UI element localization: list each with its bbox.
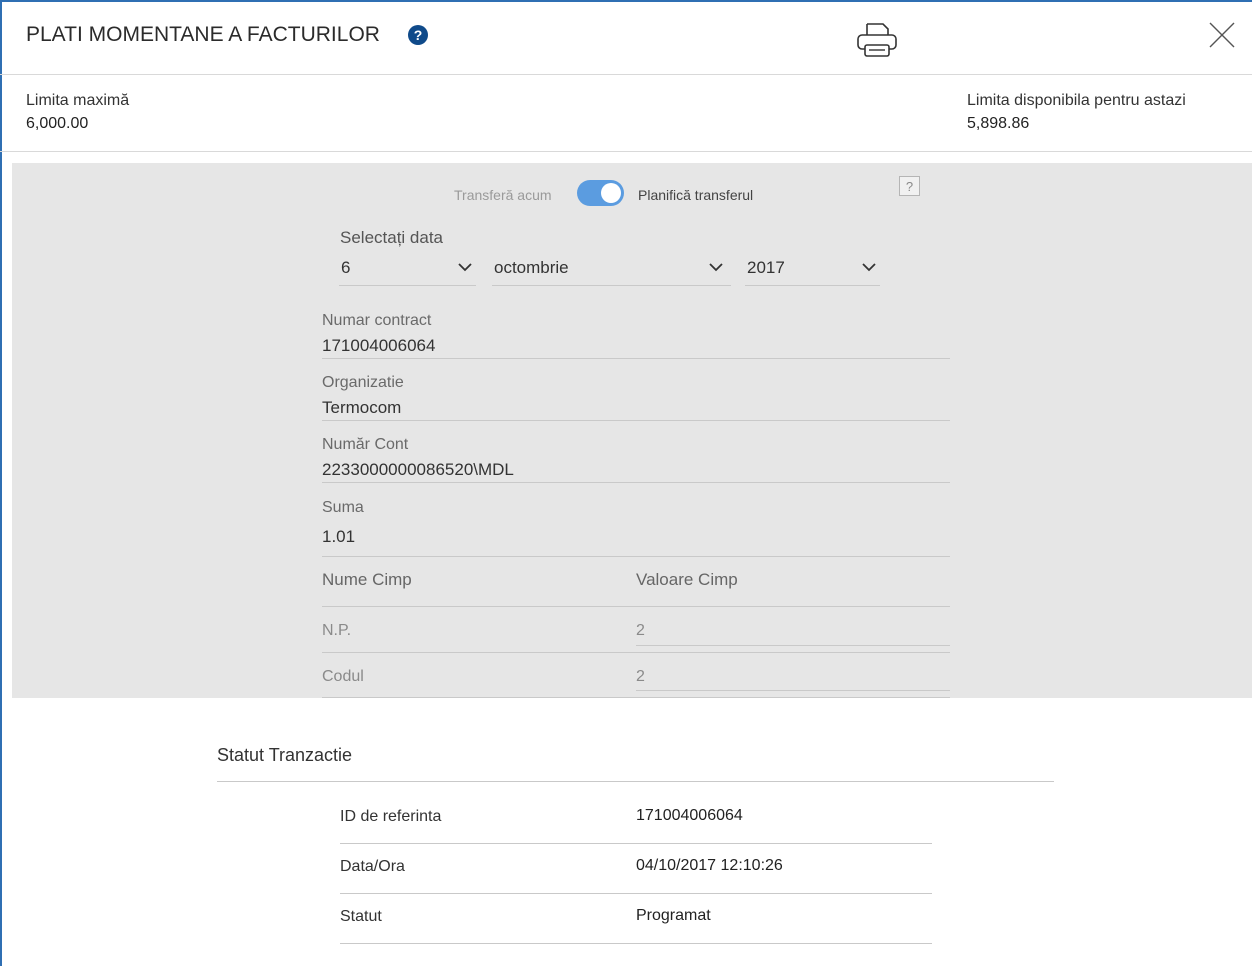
- chevron-down-icon: [862, 263, 876, 272]
- printer-icon[interactable]: [855, 21, 899, 64]
- year-select[interactable]: 2017: [745, 255, 880, 286]
- transfer-toggle-row: Transferă acum Planifică transferul: [0, 185, 1252, 205]
- organization-field: Organizatie Termocom: [322, 372, 950, 421]
- status-label: ID de referinta: [340, 808, 442, 825]
- month-value: octombrie: [494, 258, 569, 277]
- value-underline: [636, 690, 950, 691]
- chevron-down-icon: [709, 263, 723, 272]
- divider: [322, 606, 950, 607]
- organization-label: Organizatie: [322, 374, 404, 391]
- plan-transfer-label[interactable]: Planifică transferul: [638, 187, 753, 203]
- dialog-title: PLATI MOMENTANE A FACTURILOR: [26, 23, 380, 46]
- divider: [217, 781, 1054, 782]
- value-underline: [636, 645, 950, 646]
- transfer-now-label[interactable]: Transferă acum: [454, 187, 552, 203]
- form-panel: [12, 163, 1252, 698]
- divider: [340, 893, 932, 894]
- custom-field-name: N.P.: [322, 622, 352, 639]
- day-select[interactable]: 6: [339, 255, 476, 286]
- account-value: 2233000000086520\MDL: [322, 460, 514, 479]
- divider: [322, 652, 950, 653]
- organization-value: Termocom: [322, 398, 402, 417]
- account-label: Număr Cont: [322, 436, 409, 453]
- status-label: Data/Ora: [340, 858, 405, 875]
- status-value: 171004006064: [636, 807, 743, 824]
- close-icon[interactable]: [1208, 21, 1236, 54]
- help-icon[interactable]: ?: [408, 25, 428, 45]
- max-limit-label: Limita maximă: [26, 92, 130, 109]
- divider: [340, 843, 932, 844]
- divider: [322, 697, 950, 698]
- contract-field: Numar contract 171004006064: [322, 310, 950, 359]
- toggle-knob: [601, 183, 621, 203]
- available-limit-label: Limita disponibila pentru astazi: [967, 92, 1186, 109]
- amount-value: 1.01: [322, 527, 356, 546]
- divider: [340, 943, 932, 944]
- amount-field: Suma 1.01: [322, 496, 950, 557]
- dialog-header: PLATI MOMENTANE A FACTURILOR ?: [0, 0, 1252, 75]
- limits-bar: Limita maximă 6,000.00 Limita disponibil…: [0, 75, 1252, 152]
- contract-value: 171004006064: [322, 336, 436, 355]
- account-field: Număr Cont 2233000000086520\MDL: [322, 434, 950, 483]
- year-value: 2017: [747, 258, 785, 277]
- custom-field-name: Codul: [322, 668, 364, 685]
- select-date-label: Selectați data: [340, 228, 444, 247]
- month-select[interactable]: octombrie: [492, 255, 731, 286]
- amount-label: Suma: [322, 499, 364, 516]
- transaction-status-title: Statut Tranzactie: [217, 745, 353, 765]
- custom-field-value[interactable]: 2: [636, 668, 645, 686]
- transfer-help-icon[interactable]: ?: [899, 176, 920, 196]
- custom-field-value[interactable]: 2: [636, 622, 645, 640]
- day-value: 6: [341, 258, 351, 277]
- status-label: Statut: [340, 908, 382, 925]
- max-limit-value: 6,000.00: [26, 115, 89, 132]
- custom-field-value-header: Valoare Cimp: [636, 570, 738, 589]
- contract-label: Numar contract: [322, 312, 432, 329]
- status-value: Programat: [636, 907, 711, 924]
- available-limit-value: 5,898.86: [967, 115, 1030, 132]
- chevron-down-icon: [458, 263, 472, 272]
- custom-field-name-header: Nume Cimp: [322, 570, 412, 589]
- transfer-mode-toggle[interactable]: [577, 180, 624, 206]
- status-value: 04/10/2017 12:10:26: [636, 857, 783, 874]
